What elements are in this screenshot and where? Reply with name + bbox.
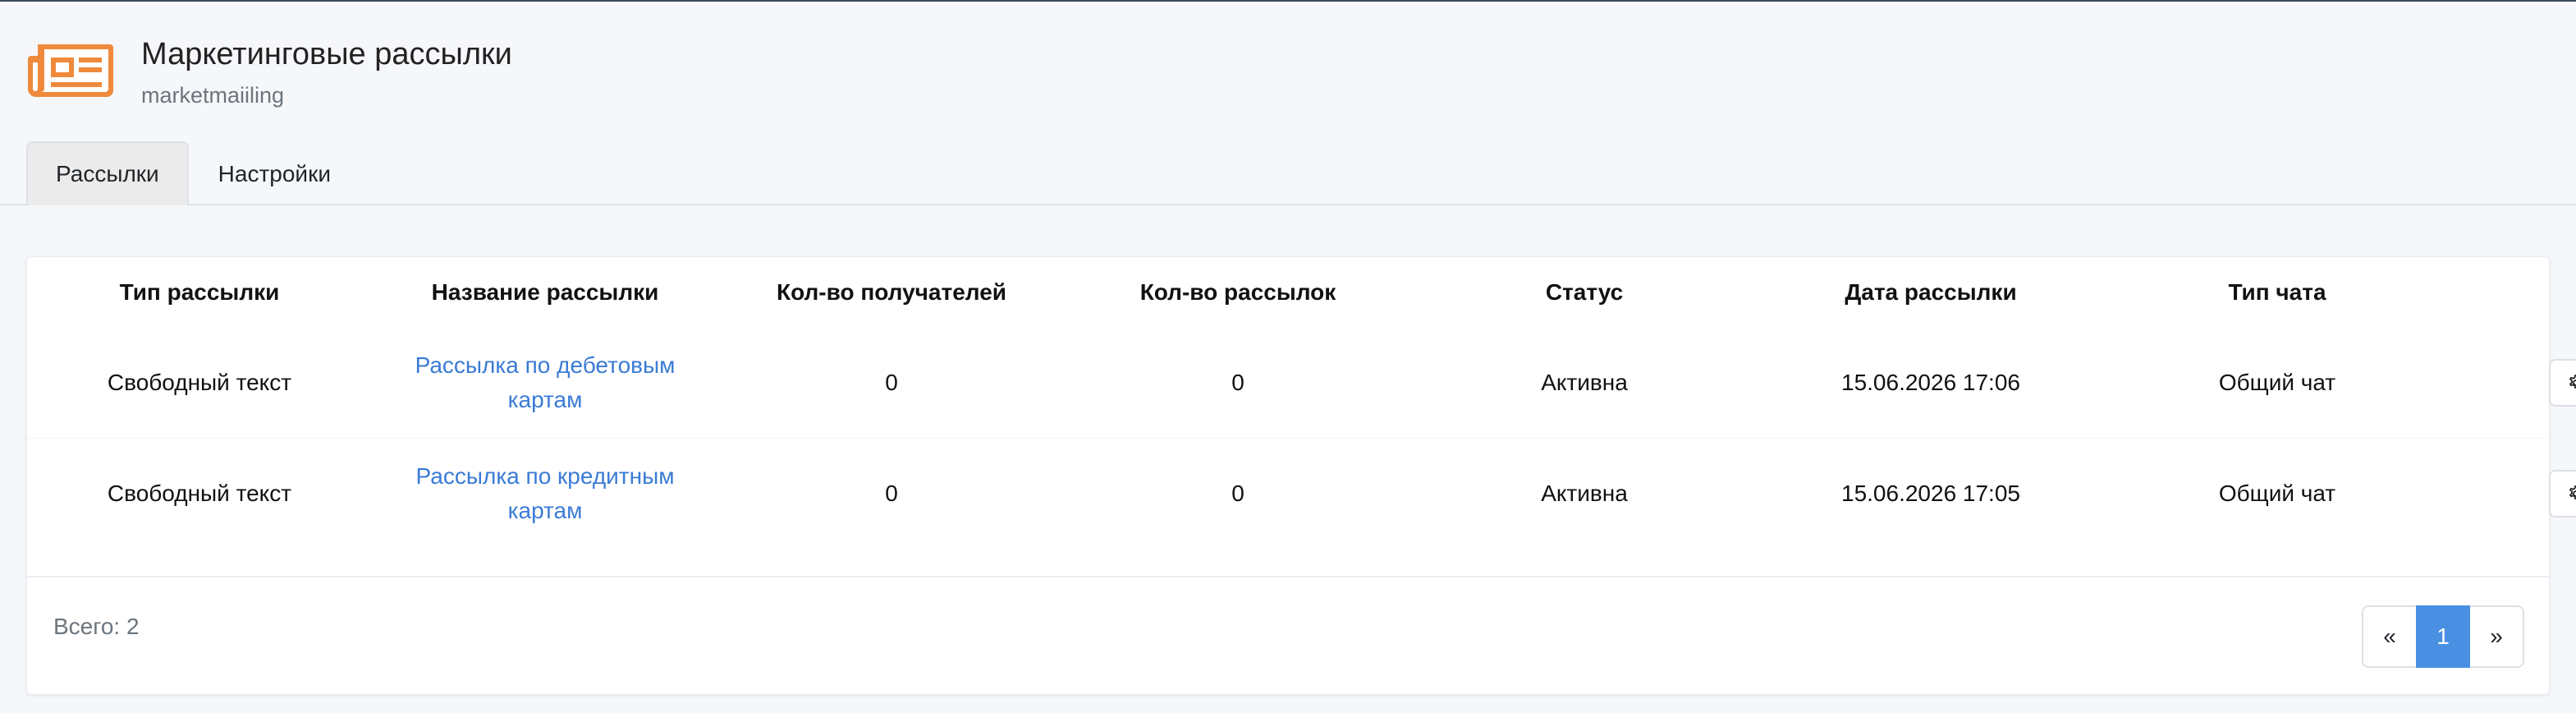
cell-type: Свободный текст	[27, 328, 372, 439]
row-settings-dropdown-button[interactable]	[2549, 470, 2576, 518]
column-header-chat-type: Тип чата	[2228, 279, 2326, 305]
title-block: Маркетинговые рассылки marketmaiiling	[141, 34, 512, 112]
gear-icon	[2569, 485, 2576, 499]
newspaper-icon	[28, 44, 113, 97]
page-title: Маркетинговые рассылки	[141, 37, 512, 71]
column-header-name: Название рассылки	[431, 279, 659, 305]
gear-icon	[2569, 375, 2576, 389]
pagination: « 1 »	[2362, 605, 2524, 668]
card-footer: Всего: 2 « 1 »	[27, 576, 2549, 694]
cell-date: 15.06.2026 17:05	[1841, 481, 2020, 506]
tab-mailings[interactable]: Рассылки	[26, 141, 189, 205]
cell-recipients: 0	[718, 328, 1065, 439]
cell-chat-type: Общий чат	[2218, 481, 2336, 506]
cell-recipients: 0	[885, 481, 898, 506]
column-header-recipients: Кол-во получателей	[777, 279, 1006, 305]
cell-name: Рассылка по кредитным картам	[372, 439, 718, 550]
cell-status: Активна	[1541, 481, 1628, 506]
column-header-actions	[2450, 257, 2576, 328]
page-subtitle: marketmaiiling	[141, 83, 285, 108]
column-header-status: Статус	[1545, 279, 1624, 305]
cell-actions	[2450, 439, 2576, 550]
mailing-name-link[interactable]: Рассылка по дебетовым картам	[397, 348, 693, 417]
pagination-prev-button[interactable]: «	[2362, 605, 2416, 668]
mailings-card: Тип рассылки Название рассылки Кол-во по…	[26, 256, 2576, 695]
pagination-next-button[interactable]: »	[2470, 605, 2524, 668]
column-header-date: Дата рассылки	[1845, 279, 2017, 305]
tab-bar: Рассылки Настройки	[26, 141, 2576, 205]
page-header: Маркетинговые рассылки marketmaiiling	[26, 34, 512, 108]
cell-name: Рассылка по дебетовым картам	[372, 328, 718, 439]
cell-count: 0	[1231, 481, 1244, 506]
total-count: Всего: 2	[53, 614, 140, 639]
tabs-divider	[0, 204, 2576, 205]
column-header-count: Кол-во рассылок	[1139, 279, 1336, 305]
mailing-name-link[interactable]: Рассылка по кредитным картам	[397, 459, 693, 528]
table-row: Свободный текст Рассылка по дебетовым ка…	[27, 328, 2576, 439]
row-settings-dropdown-button[interactable]	[2549, 359, 2576, 407]
tab-settings[interactable]: Настройки	[189, 141, 360, 204]
cell-status: Активна	[1411, 328, 1758, 439]
cell-actions	[2450, 328, 2576, 439]
cell-date: 15.06.2026 17:06	[1758, 328, 2104, 439]
column-header-type: Тип рассылки	[119, 279, 280, 305]
cell-type: Свободный текст	[107, 481, 292, 506]
cell-count: 0	[1065, 328, 1411, 439]
pagination-page-1[interactable]: 1	[2416, 605, 2470, 668]
table-row: Свободный текст Рассылка по кредитным ка…	[27, 439, 2576, 550]
cell-chat-type: Общий чат	[2104, 328, 2450, 439]
table-header-row: Тип рассылки Название рассылки Кол-во по…	[27, 257, 2576, 328]
mailings-table: Тип рассылки Название рассылки Кол-во по…	[27, 257, 2576, 549]
